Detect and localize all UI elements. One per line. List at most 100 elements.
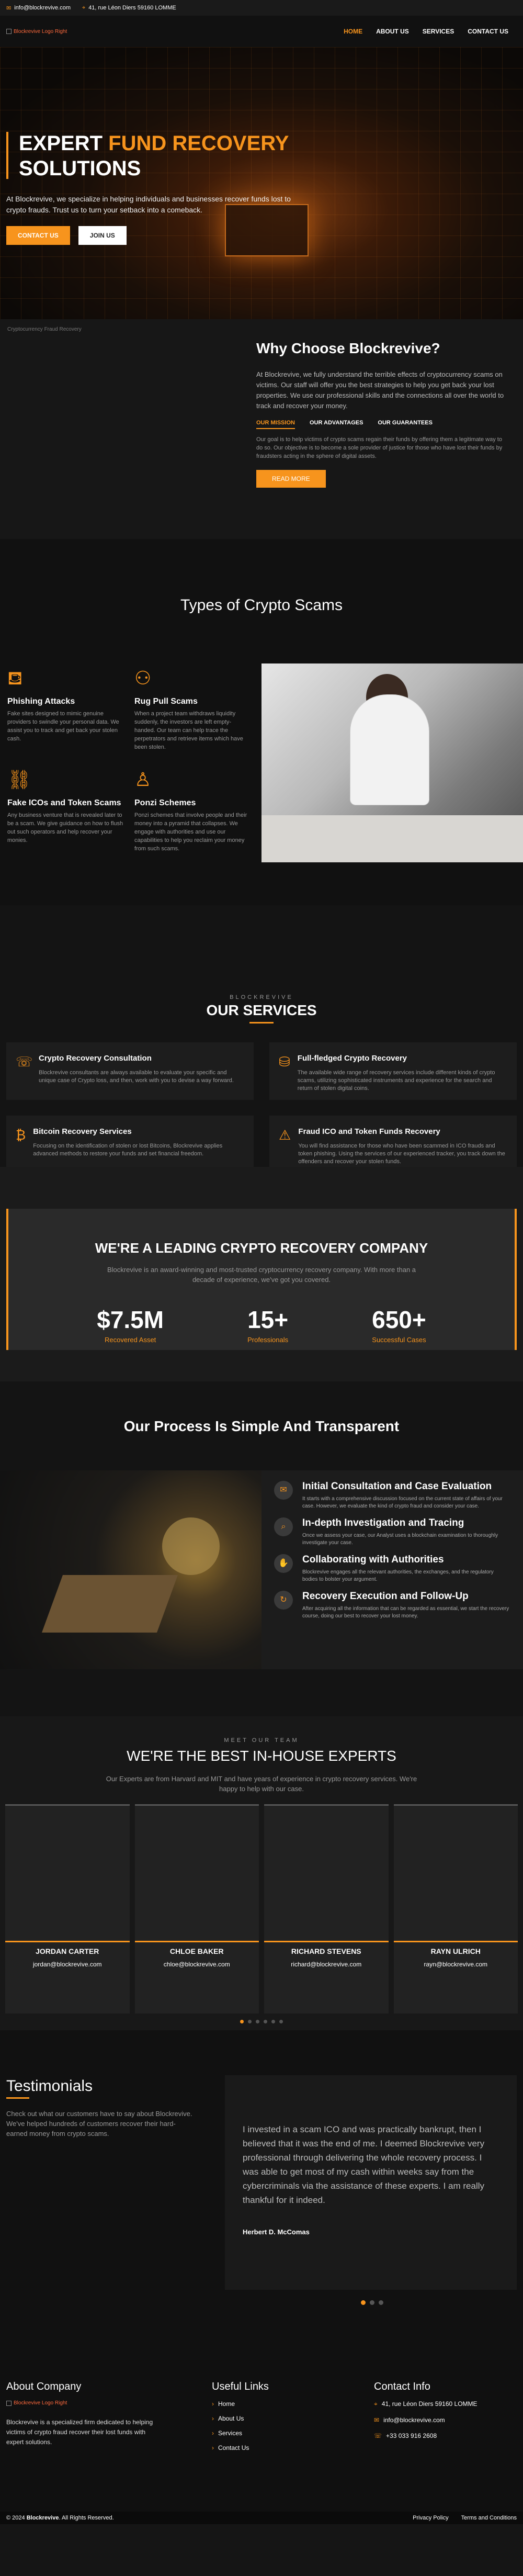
services-section: BLOCKREVIVE OUR SERVICES ☏ Crypto Recove… <box>0 905 523 1173</box>
member-email[interactable]: rayn@blockrevive.com <box>394 1961 518 1968</box>
carousel-dot[interactable] <box>379 2300 383 2305</box>
scam-item: ♙ Ponzi Schemes Ponzi schemes that invol… <box>134 766 251 853</box>
carousel-dot[interactable] <box>264 2020 267 2023</box>
legal-links: Privacy Policy Terms and Conditions <box>413 2515 517 2521</box>
hero-buttons: CONTACT US JOIN US <box>6 226 320 245</box>
nav-item-home[interactable]: HOME <box>344 28 362 35</box>
why-section: Cryptocurrency Fraud Recovery Why Choose… <box>0 319 523 539</box>
scam-text: When a project team withdraws liquidity … <box>134 711 243 750</box>
member-email[interactable]: richard@blockrevive.com <box>264 1961 389 1968</box>
nav-item-about[interactable]: ABOUT US <box>376 28 409 35</box>
footer-link-about[interactable]: About Us <box>212 2415 269 2422</box>
topbar-email[interactable]: ✉ info@blockrevive.com <box>6 5 71 12</box>
stressed-man-photo <box>262 663 523 862</box>
service-title: Crypto Recovery Consultation <box>39 1054 152 1063</box>
footer: About Company Blockrevive Logo Right Blo… <box>0 2360 523 2512</box>
process-step: ⌕ In-depth Investigation and Tracing Once … <box>274 1517 510 1547</box>
footer-links: Useful Links Home About Us Services Cont… <box>212 2381 269 2459</box>
carousel-dot[interactable] <box>279 2020 283 2023</box>
stat-item: 650+ Successful Cases <box>372 1306 426 1344</box>
footer-logo[interactable]: Blockrevive Logo Right <box>6 2400 163 2406</box>
why-content: Why Choose Blockrevive? At Blockrevive, … <box>256 319 507 539</box>
service-card[interactable]: ₿ Bitcoin Recovery Services Focusing on t… <box>6 1116 254 1173</box>
member-photo <box>134 1806 259 1931</box>
topbar-email-text: info@blockrevive.com <box>14 5 71 11</box>
topbar-address-text: 41, rue Léon Diers 59160 LOMME <box>88 5 176 11</box>
service-card[interactable]: ☏ Crypto Recovery Consultation Blockreviv… <box>6 1042 254 1100</box>
service-text: Blockrevive consultants are always avail… <box>39 1070 234 1084</box>
privacy-policy-link[interactable]: Privacy Policy <box>413 2515 448 2521</box>
tab-mission[interactable]: OUR MISSION <box>256 420 295 429</box>
logo[interactable]: Blockrevive Logo Right <box>6 29 67 35</box>
team-member-card[interactable]: JORDAN CARTER jordan@blockrevive.com <box>5 1804 130 2013</box>
service-card[interactable]: ⚠ Fraud ICO and Token Funds Recovery You … <box>269 1116 517 1173</box>
broken-image-icon <box>6 2400 12 2406</box>
tab-advantages[interactable]: OUR ADVANTAGES <box>310 420 363 429</box>
testimonial-author: Herbert D. McComas <box>243 2228 310 2236</box>
copyright-suffix: . All Rights Reserved. <box>59 2515 114 2521</box>
contact-us-button[interactable]: CONTACT US <box>6 226 70 245</box>
hero-title-part2: SOLUTIONS <box>19 157 141 180</box>
topbar-address: ⌖ 41, rue Léon Diers 59160 LOMME <box>82 5 176 12</box>
join-us-button[interactable]: JOIN US <box>78 226 127 245</box>
service-title: Full-fledged Crypto Recovery <box>297 1054 407 1063</box>
footer-link-contact[interactable]: Contact Us <box>212 2444 269 2451</box>
title-underline <box>249 1022 274 1023</box>
tab-guarantees[interactable]: OUR GUARANTEES <box>378 420 433 429</box>
member-photo <box>393 1806 518 1931</box>
step-text: Once we assess your case, our Analyst us… <box>302 1533 498 1546</box>
carousel-dot[interactable] <box>240 2020 244 2023</box>
copyright: © 2024 Blockrevive. All Rights Reserved. <box>6 2515 114 2521</box>
service-card[interactable]: ⛁ Full-fledged Crypto Recovery The availa… <box>269 1042 517 1100</box>
read-more-button[interactable]: READ MORE <box>256 470 326 488</box>
carousel-dot[interactable] <box>370 2300 374 2305</box>
team-member-card[interactable]: CHLOE BAKER chloe@blockrevive.com <box>134 1804 259 2013</box>
process-title: Our Process Is Simple And Transparent <box>123 1418 400 1434</box>
scam-types-grid: ⛾ Phishing Attacks Fake sites designed t… <box>7 665 251 853</box>
scam-item: ⚇ Rug Pull Scams When a project team wit… <box>134 665 251 751</box>
phone-icon: ☏ <box>374 2432 382 2439</box>
member-email[interactable]: chloe@blockrevive.com <box>135 1961 259 1968</box>
search-icon: ⌕ <box>274 1517 293 1536</box>
team-member-card[interactable]: RAYN ULRICH rayn@blockrevive.com <box>393 1804 518 2013</box>
stat-label: Successful Cases <box>372 1336 426 1344</box>
consultation-icon: ☏ <box>16 1054 33 1070</box>
footer-phone[interactable]: ☏ +33 033 916 2608 <box>374 2432 477 2439</box>
footer-email[interactable]: ✉ info@blockrevive.com <box>374 2416 477 2424</box>
nav-item-services[interactable]: SERVICES <box>423 28 454 35</box>
scam-title: Ponzi Schemes <box>134 798 196 807</box>
top-bar: ✉ info@blockrevive.com ⌖ 41, rue Léon Dier… <box>0 0 523 16</box>
carousel-dot[interactable] <box>248 2020 252 2023</box>
service-title: Bitcoin Recovery Services <box>33 1127 132 1136</box>
carousel-dot[interactable] <box>256 2020 259 2023</box>
service-text: You will find assistance for those who h… <box>298 1143 505 1165</box>
process-step: ↻ Recovery Execution and Follow-Up After a… <box>274 1591 510 1620</box>
carousel-dot[interactable] <box>271 2020 275 2023</box>
member-photo <box>5 1806 130 1931</box>
footer-link-services[interactable]: Services <box>212 2429 269 2437</box>
stat-label: Professionals <box>247 1336 289 1344</box>
scam-text: Fake sites designed to mimic genuine pro… <box>7 711 119 742</box>
footer-link-home[interactable]: Home <box>212 2400 269 2408</box>
step-title: In-depth Investigation and Tracing <box>302 1517 464 1528</box>
nav-menu: HOME ABOUT US SERVICES CONTACT US <box>344 28 508 35</box>
card-accent-line <box>264 1941 389 1942</box>
title-underline <box>6 2097 29 2099</box>
fake-ico-icon: ⛓ <box>7 769 31 790</box>
hero-title: EXPERT FUND RECOVERY SOLUTIONS <box>6 131 320 181</box>
team-member-card[interactable]: RICHARD STEVENS richard@blockrevive.com <box>264 1804 389 2013</box>
nav-item-contact[interactable]: CONTACT US <box>468 28 508 35</box>
why-image-alt: Cryptocurrency Fraud Recovery <box>7 327 82 332</box>
stat-value: 15+ <box>247 1306 289 1333</box>
terms-link[interactable]: Terms and Conditions <box>461 2515 517 2521</box>
why-title: Why Choose Blockrevive? <box>256 340 440 356</box>
services-title-text: OUR SERVICES <box>206 1002 317 1018</box>
footer-about-title: About Company <box>6 2381 82 2392</box>
member-email[interactable]: jordan@blockrevive.com <box>5 1961 130 1968</box>
location-icon: ⌖ <box>82 4 86 11</box>
scam-types-section: Types of Crypto Scams ⛾ Phishing Attacks… <box>0 539 523 905</box>
footer-links-title: Useful Links <box>212 2381 269 2392</box>
carousel-dot[interactable] <box>361 2300 366 2305</box>
refresh-icon: ↻ <box>274 1591 293 1610</box>
footer-address: ⌖ 41, rue Léon Diers 59160 LOMME <box>374 2400 477 2408</box>
